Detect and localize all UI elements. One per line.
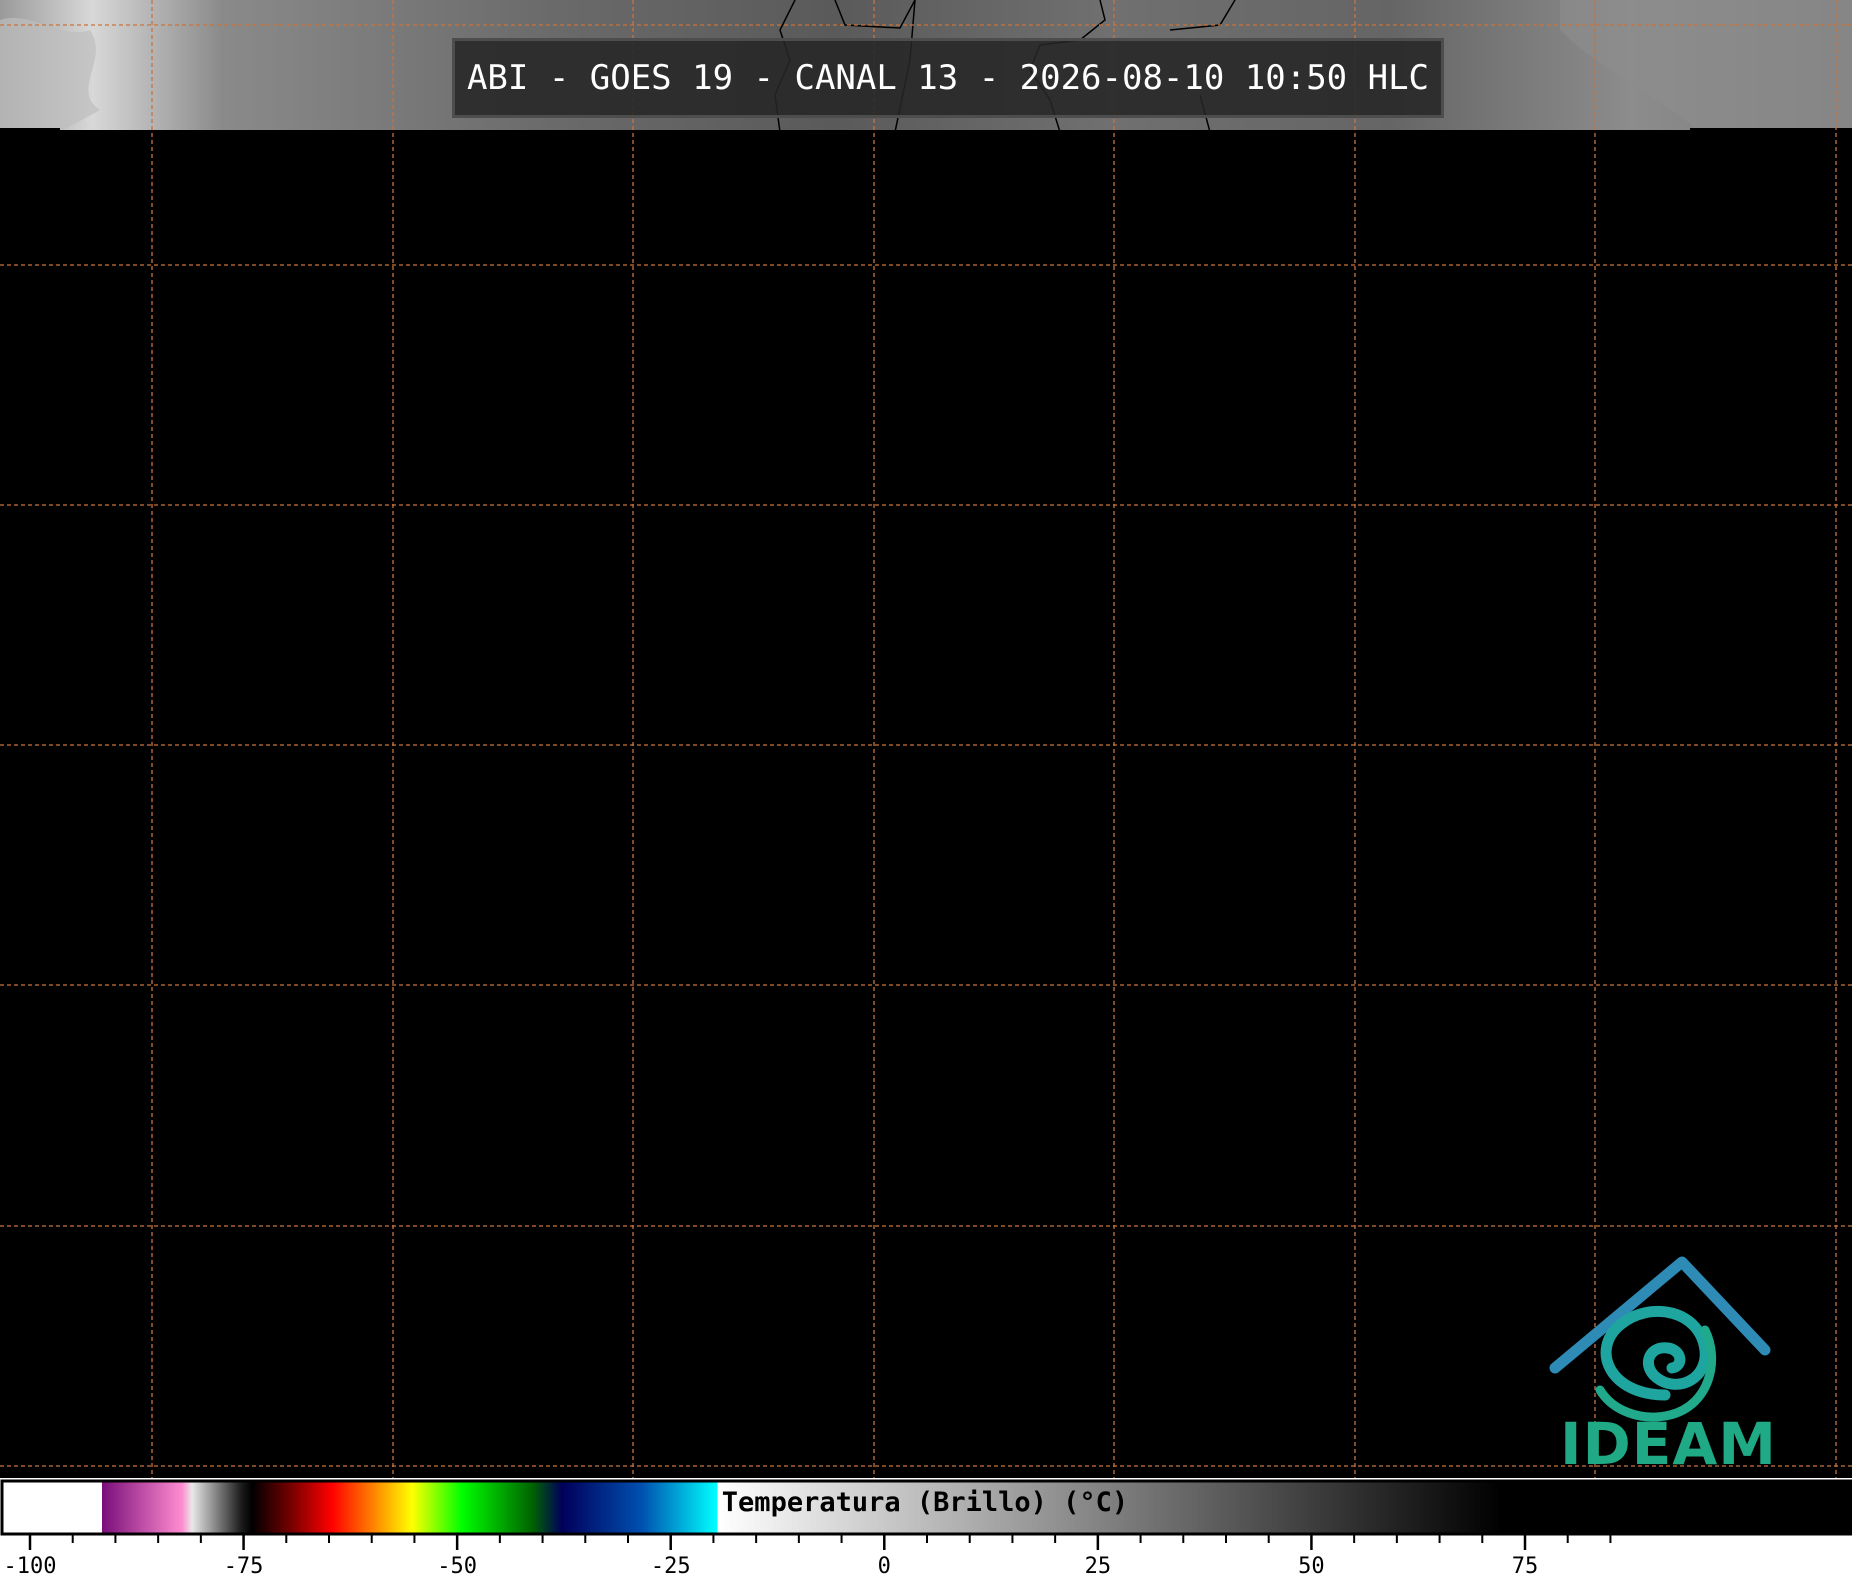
colorbar-tick-label: 25: [1085, 1554, 1112, 1577]
colorbar-tick-label: 0: [878, 1554, 891, 1577]
no-data-region: [0, 130, 1852, 1478]
colorbar-tick-label: -75: [224, 1554, 264, 1577]
satellite-map: -100 -75 -50 -25 0 25 50 75: [0, 0, 1852, 1577]
colorbar-tick-label: -25: [651, 1554, 691, 1577]
colorbar-label: Temperatura (Brillo) (°C): [721, 1487, 1129, 1518]
map-title: ABI - GOES 19 - CANAL 13 - 2026-08-10 10…: [452, 38, 1444, 118]
colorbar-tick-label: 75: [1512, 1554, 1539, 1577]
logo-text: IDEAM: [1560, 1410, 1777, 1478]
colorbar-tick-label: -100: [4, 1554, 57, 1577]
cloud-patch: [0, 17, 100, 132]
colorbar-tick-label: 50: [1298, 1554, 1325, 1577]
no-data-edge: [0, 128, 60, 134]
no-data-edge: [1690, 128, 1852, 134]
colorbar-tick-label: -50: [437, 1554, 477, 1577]
